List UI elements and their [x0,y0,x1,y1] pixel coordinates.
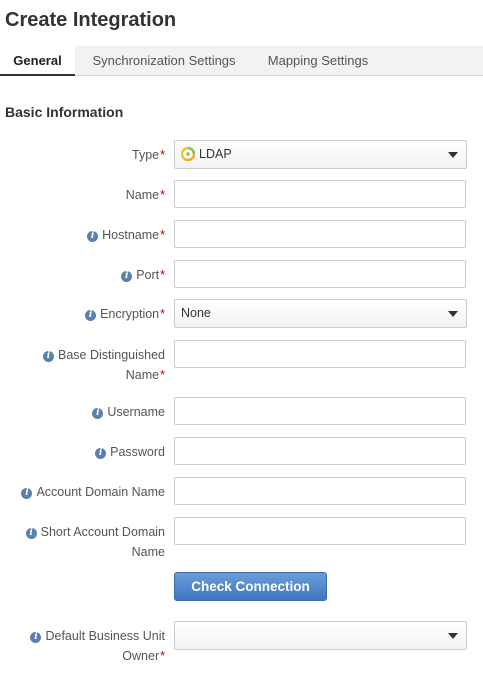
info-icon[interactable]: i [121,271,133,282]
port-label: i Port* [0,265,165,285]
chevron-down-icon [448,311,458,317]
info-icon[interactable]: i [21,488,33,499]
short-account-domain-input[interactable] [174,517,466,545]
required-marker: * [160,307,165,321]
tab-synchronization-settings[interactable]: Synchronization Settings [80,46,248,75]
name-input[interactable] [174,180,466,208]
default-bu-owner-label: i Default Business Unit Owner* [0,626,165,666]
required-marker: * [160,268,165,282]
info-icon[interactable]: i [95,448,107,459]
password-label: i Password [0,442,165,462]
default-bu-owner-select[interactable] [174,621,467,650]
type-label: Type* [132,148,165,162]
username-label: i Username [0,402,165,422]
encryption-select[interactable]: None [174,299,467,328]
name-label: Name* [125,188,165,202]
info-icon[interactable]: i [25,528,37,539]
password-input[interactable] [174,437,466,465]
section-basic-information: Basic Information [5,104,124,120]
required-marker: * [160,649,165,663]
tab-mapping-settings[interactable]: Mapping Settings [252,46,384,75]
check-connection-button[interactable]: Check Connection [174,572,327,601]
account-domain-label: i Account Domain Name [0,482,165,502]
base-dn-label: i Base Distinguished Name* [0,345,165,385]
hostname-label: i Hostname* [0,225,165,245]
username-input[interactable] [174,397,466,425]
info-icon[interactable]: i [87,231,99,242]
info-icon[interactable]: i [92,408,104,419]
page-title: Create Integration [5,9,177,31]
hostname-input[interactable] [174,220,466,248]
chevron-down-icon [448,152,458,158]
short-account-domain-label: i Short Account Domain Name [0,522,165,562]
tab-bar: General Synchronization Settings Mapping… [0,46,483,76]
type-select[interactable]: LDAP [174,140,467,169]
required-marker: * [160,228,165,242]
base-dn-input[interactable] [174,340,466,368]
required-marker: * [160,188,165,202]
tab-general[interactable]: General [0,46,75,76]
account-domain-input[interactable] [174,477,466,505]
encryption-label: i Encryption* [0,304,165,324]
required-marker: * [160,148,165,162]
info-icon[interactable]: i [30,632,42,643]
chevron-down-icon [448,633,458,639]
info-icon[interactable]: i [85,310,97,321]
ldap-icon [181,147,195,161]
info-icon[interactable]: i [42,351,54,362]
required-marker: * [160,368,165,382]
port-input[interactable] [174,260,466,288]
